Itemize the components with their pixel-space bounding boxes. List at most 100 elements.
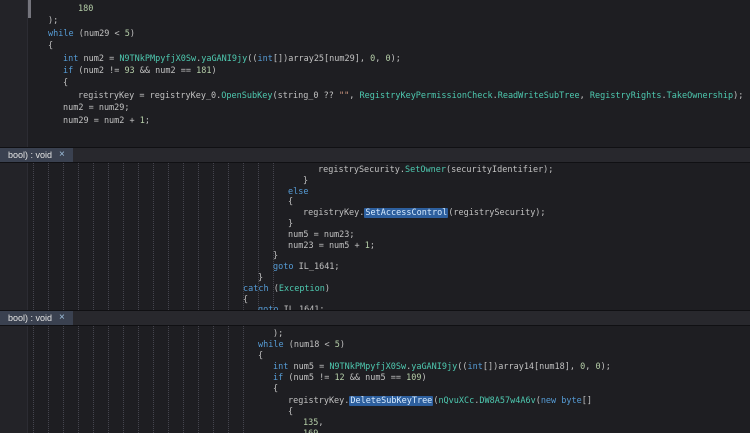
code-token: (num2 != <box>73 66 124 76</box>
code-line[interactable]: int num5 = N9TNkPMpyfjX0Sw.yaGANI9jy((in… <box>0 362 750 373</box>
code-line[interactable]: { <box>0 407 750 418</box>
code-token: registryKey. <box>288 396 349 406</box>
code-token: IL_1641; <box>293 262 339 272</box>
tab-bool-void[interactable]: bool) : void × <box>0 148 73 162</box>
code-token: num5 = <box>288 362 329 372</box>
code-token: byte <box>561 396 581 406</box>
code-line[interactable]: num2 = num29; <box>0 102 750 114</box>
code-token: (string_0 ?? <box>272 91 339 101</box>
code-token: , <box>585 362 595 372</box>
code-token: } <box>273 251 278 261</box>
code-line[interactable]: } <box>0 219 750 230</box>
code-token: (( <box>247 54 257 64</box>
code-token: N9TNkPMpyfjX0Sw <box>329 362 406 372</box>
tab-label: bool) : void <box>8 150 52 160</box>
code-token: if <box>273 373 283 383</box>
code-line[interactable]: { <box>0 197 750 208</box>
code-line[interactable]: registryKey = registryKey_0.OpenSubKey(s… <box>0 90 750 102</box>
code-area: registrySecurity.SetOwner(securityIdenti… <box>0 163 750 310</box>
code-line[interactable]: { <box>0 351 750 362</box>
code-line[interactable]: int num2 = N9TNkPMpyfjX0Sw.yaGANI9jy((in… <box>0 53 750 65</box>
code-token: { <box>258 351 263 361</box>
code-token: DeleteSubKeyTree <box>349 396 433 406</box>
breakpoint-gutter[interactable] <box>0 0 28 147</box>
code-token: if <box>63 66 73 76</box>
code-line[interactable]: num5 = num23; <box>0 230 750 241</box>
code-token: else <box>288 187 308 197</box>
code-line[interactable]: 169 <box>0 429 750 433</box>
code-token: ) <box>325 284 330 294</box>
code-line[interactable]: registryKey.SetAccessControl(registrySec… <box>0 208 750 219</box>
code-token: SetOwner <box>405 165 446 175</box>
code-token: && num5 == <box>345 373 406 383</box>
code-panel-middle: registrySecurity.SetOwner(securityIdenti… <box>0 163 750 310</box>
code-token: IL_1641; <box>278 305 324 310</box>
code-token: yaGANI9jy <box>201 54 247 64</box>
code-token: (registrySecurity); <box>448 208 545 218</box>
code-token: new <box>541 396 556 406</box>
code-token: { <box>243 295 248 305</box>
code-line[interactable]: } <box>0 251 750 262</box>
code-line[interactable]: 180 <box>0 3 750 15</box>
tab-bool-void[interactable]: bool) : void × <box>0 311 73 325</box>
code-line[interactable]: { <box>0 77 750 89</box>
code-line[interactable]: if (num2 != 93 && num2 == 181) <box>0 65 750 77</box>
code-token: { <box>48 41 53 51</box>
code-token: RegistryKeyPermissionCheck <box>360 91 493 101</box>
code-line[interactable]: { <box>0 295 750 306</box>
code-token: (num5 != <box>283 373 334 383</box>
code-line[interactable]: while (num29 < 5) <box>0 28 750 40</box>
code-token: ) <box>130 29 135 39</box>
code-token: [])array14[num18], <box>483 362 580 372</box>
code-token: ); <box>48 16 58 26</box>
code-line[interactable]: } <box>0 176 750 187</box>
code-line[interactable]: else <box>0 187 750 198</box>
code-line[interactable]: goto IL_1641; <box>0 305 750 310</box>
tab-label: bool) : void <box>8 313 52 323</box>
code-token: ); <box>391 54 401 64</box>
code-line[interactable]: registryKey.DeleteSubKeyTree(nQvuXCc.DW8… <box>0 396 750 407</box>
code-line[interactable]: registrySecurity.SetOwner(securityIdenti… <box>0 165 750 176</box>
breakpoint-gutter[interactable] <box>0 163 28 310</box>
code-token: while <box>48 29 74 39</box>
code-token: (( <box>457 362 467 372</box>
code-line[interactable]: while (num18 < 5) <box>0 340 750 351</box>
code-token: registrySecurity. <box>318 165 405 175</box>
code-line[interactable]: if (num5 != 12 && num5 == 109) <box>0 373 750 384</box>
code-line[interactable]: ); <box>0 329 750 340</box>
code-panel-bottom: );while (num18 < 5){int num5 = N9TNkPMpy… <box>0 326 750 433</box>
scrollbar-thumb[interactable] <box>28 0 31 18</box>
code-line[interactable]: goto IL_1641; <box>0 262 750 273</box>
code-token: num5 = num23; <box>288 230 355 240</box>
code-token: ( <box>269 284 279 294</box>
code-token: int <box>273 362 288 372</box>
code-token: ); <box>733 91 743 101</box>
code-token: ReadWriteSubTree <box>498 91 580 101</box>
code-token: int <box>468 362 483 372</box>
code-token: ); <box>601 362 611 372</box>
close-icon[interactable]: × <box>59 150 65 160</box>
code-token: num2 = <box>78 54 119 64</box>
close-icon[interactable]: × <box>59 313 65 323</box>
code-line[interactable]: ); <box>0 15 750 27</box>
code-token: } <box>258 273 263 283</box>
code-token: int <box>63 54 78 64</box>
code-token: ) <box>340 340 345 350</box>
code-token: goto <box>273 262 293 272</box>
code-token: 109 <box>406 373 421 383</box>
code-line[interactable]: num29 = num2 + 1; <box>0 115 750 127</box>
code-token: int <box>258 54 273 64</box>
code-line[interactable]: num23 = num5 + 1; <box>0 241 750 252</box>
code-line[interactable]: catch (Exception) <box>0 284 750 295</box>
code-token: (num29 < <box>74 29 125 39</box>
code-line[interactable]: } <box>0 273 750 284</box>
code-line[interactable]: { <box>0 384 750 395</box>
code-token: Exception <box>279 284 325 294</box>
breakpoint-gutter[interactable] <box>0 326 28 433</box>
code-line[interactable]: 135, <box>0 418 750 429</box>
code-token: { <box>273 384 278 394</box>
code-token: registryKey. <box>303 208 364 218</box>
code-token: , <box>580 91 590 101</box>
code-token: ) <box>211 66 216 76</box>
code-line[interactable]: { <box>0 40 750 52</box>
